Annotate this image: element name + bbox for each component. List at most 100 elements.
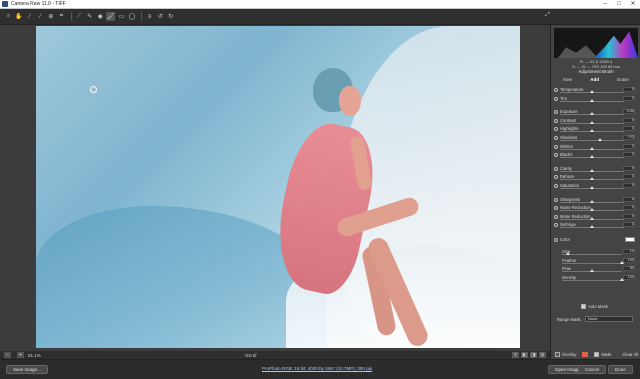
brush-feather[interactable]: Feather 100 — [554, 257, 638, 265]
slider-track[interactable] — [562, 279, 622, 281]
minus-icon[interactable] — [554, 136, 558, 140]
slider-thumb[interactable] — [590, 208, 594, 212]
mask-checkbox[interactable] — [594, 352, 600, 357]
color-swatch[interactable] — [625, 237, 635, 242]
target-adjust-icon[interactable]: ⊕ — [46, 12, 55, 21]
slider-thumb[interactable] — [590, 98, 594, 102]
slider-thumb[interactable] — [590, 216, 594, 220]
slider-value[interactable]: 0 — [623, 213, 635, 219]
range-mask-dropdown[interactable]: None — [585, 316, 633, 322]
mode-erase[interactable]: Erase — [617, 77, 629, 82]
slider-value[interactable]: 0 — [623, 205, 635, 211]
slider-value[interactable]: 0 — [623, 143, 635, 149]
mask-color-swatch[interactable] — [582, 352, 589, 357]
slider-thumb[interactable] — [590, 186, 594, 189]
slider-value[interactable]: 0 — [623, 87, 635, 92]
cancel-button[interactable]: Cancel — [578, 365, 607, 374]
slider-value[interactable]: +23 — [623, 135, 635, 140]
minus-icon[interactable] — [554, 144, 558, 149]
slider-thumb[interactable] — [590, 168, 594, 172]
white-balance-icon[interactable]: ⁄ — [25, 12, 34, 21]
brush-density[interactable]: Density 100 — [554, 274, 638, 282]
minus-icon[interactable] — [554, 184, 558, 188]
save-image-button[interactable]: Save Image... — [6, 365, 48, 374]
toggle-defaults-icon[interactable]: ⊡ — [539, 352, 546, 358]
close-icon[interactable]: ✕ — [626, 0, 640, 9]
slider-value[interactable]: 0 — [623, 95, 635, 101]
minus-icon[interactable] — [554, 238, 558, 242]
copy-settings-icon[interactable]: ◨ — [530, 352, 537, 358]
slider-thumb[interactable] — [590, 112, 594, 116]
minus-icon[interactable] — [554, 153, 558, 158]
minus-icon[interactable] — [554, 206, 558, 211]
minimize-icon[interactable]: – — [598, 0, 612, 9]
slider-contrast[interactable]: Contrast 0 — [554, 117, 638, 125]
minus-icon[interactable] — [554, 166, 558, 171]
minus-icon[interactable] — [554, 118, 558, 123]
slider-moire-reduction[interactable]: Moire Reduction 0 — [554, 213, 638, 221]
slider-track[interactable] — [562, 254, 622, 255]
slider-thumb[interactable] — [590, 90, 594, 93]
slider-value[interactable]: 50 — [623, 266, 635, 272]
slider-thumb[interactable] — [620, 277, 624, 281]
slider-thumb[interactable] — [590, 155, 594, 159]
slider-thumb[interactable] — [590, 225, 594, 229]
red-eye-icon[interactable]: ◉ — [96, 12, 105, 21]
minus-icon[interactable] — [554, 223, 558, 228]
overlay-checkbox[interactable] — [555, 352, 560, 357]
slider-thumb[interactable] — [590, 177, 594, 181]
slider-value[interactable]: 0.00 — [623, 109, 635, 115]
slider-value[interactable]: 0 — [623, 117, 635, 123]
fullscreen-icon[interactable]: ⤢ — [543, 12, 552, 21]
slider-blacks[interactable]: Blacks 0 — [554, 152, 638, 159]
slider-track[interactable] — [562, 262, 622, 264]
slider-temperature[interactable]: Temperature 0 — [554, 87, 638, 94]
rotate-left-icon[interactable]: ↺ — [156, 12, 165, 21]
slider-value[interactable]: 0 — [623, 152, 635, 158]
slider-value[interactable]: 0 — [623, 196, 635, 202]
brush-flow[interactable]: Flow 50 — [554, 266, 638, 273]
brush-pin-icon[interactable] — [90, 86, 97, 93]
slider-saturation[interactable]: Saturation 0 — [554, 183, 638, 190]
brush-size[interactable]: Size 10 — [554, 249, 638, 256]
spot-removal-icon[interactable]: ✎ — [85, 12, 94, 21]
preview-canvas[interactable] — [0, 25, 550, 351]
radial-filter-icon[interactable]: ◯ — [128, 12, 137, 21]
done-button[interactable]: Done — [608, 365, 633, 374]
minus-icon[interactable] — [554, 127, 558, 132]
adjustment-brush-icon[interactable]: 🖌 — [106, 12, 116, 21]
slider-value[interactable]: 100 — [623, 257, 635, 263]
slider-value[interactable]: 0 — [623, 174, 635, 180]
slider-value[interactable]: 10 — [623, 249, 635, 254]
slider-shadows[interactable]: Shadows +23 — [554, 135, 638, 142]
zoom-icon[interactable]: ⌕ — [4, 12, 13, 21]
mode-add[interactable]: Add — [590, 77, 599, 82]
minus-icon[interactable] — [554, 96, 558, 101]
minus-icon[interactable] — [554, 214, 558, 219]
slider-track[interactable] — [560, 140, 624, 141]
zoom-in-button[interactable]: + — [17, 352, 24, 358]
minus-icon[interactable] — [554, 110, 558, 115]
workflow-options-link[interactable]: ProPhoto RGB; 16 bit; 4000 by 2667 (10.7… — [262, 366, 372, 371]
slider-defringe[interactable]: Defringe 0 — [554, 222, 638, 229]
slider-value[interactable]: 0 — [623, 126, 635, 132]
swap-view-icon[interactable]: ◧ — [521, 352, 528, 358]
checkbox-icon[interactable] — [581, 304, 586, 309]
minus-icon[interactable] — [554, 197, 558, 202]
slider-value[interactable]: 0 — [623, 165, 635, 171]
slider-value[interactable]: 100 — [623, 274, 635, 280]
auto-mask-checkbox[interactable]: Auto Mask — [581, 304, 608, 309]
photo-preview[interactable] — [36, 26, 520, 348]
slider-value[interactable]: 0 — [623, 183, 635, 188]
color-row[interactable]: Color — [554, 237, 638, 244]
hand-icon[interactable]: ✋ — [15, 12, 24, 21]
color-sampler-icon[interactable]: ⁄ — [36, 12, 45, 21]
before-after-toggle-icon[interactable]: Y — [512, 352, 519, 358]
slider-thumb[interactable] — [590, 199, 594, 203]
slider-thumb[interactable] — [590, 146, 594, 150]
slider-clarity[interactable]: Clarity 0 — [554, 165, 638, 173]
slider-thumb[interactable] — [620, 260, 624, 264]
minus-icon[interactable] — [554, 88, 558, 92]
slider-exposure[interactable]: Exposure 0.00 — [554, 109, 638, 116]
slider-highlights[interactable]: Highlights 0 — [554, 126, 638, 133]
